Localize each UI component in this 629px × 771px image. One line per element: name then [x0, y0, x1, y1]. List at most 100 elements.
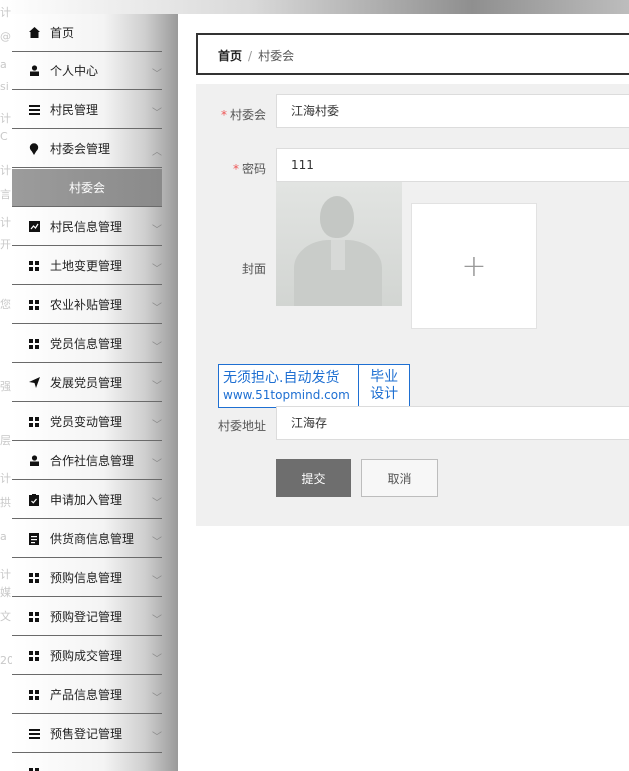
sidebar-item-home[interactable]: 首页	[12, 14, 162, 52]
ghost-char: 层	[0, 434, 11, 447]
ghost-char: 计	[0, 112, 11, 125]
user-icon	[28, 65, 40, 77]
send-icon	[28, 377, 40, 389]
watermark-text: 无须担心.自动发货	[223, 370, 340, 386]
sidebar-item-partial[interactable]	[12, 754, 162, 771]
grid-icon	[28, 260, 40, 272]
chevron-down-icon: ﹀	[152, 498, 162, 509]
ghost-char: 20	[0, 654, 12, 667]
sidebar-item-land-change[interactable]: 土地变更管理 ﹀	[12, 247, 162, 285]
committee-label: * 村委会	[220, 108, 266, 122]
address-input[interactable]: 江海存	[276, 406, 629, 440]
sidebar-item-villager-info[interactable]: 村民信息管理 ﹀	[12, 208, 162, 246]
ghost-char: si	[0, 80, 9, 93]
chevron-down-icon: ﹀	[152, 225, 162, 236]
chevron-down-icon: ﹀	[152, 576, 162, 587]
main-content: 首页 / 村委会 * 村委会 江海村委 * 密码 111 封面 + 无须担心.自动发货 …	[178, 14, 629, 771]
watermark-right-top: 毕业	[370, 369, 399, 385]
required-mark: *	[220, 108, 227, 122]
submit-button[interactable]: 提交	[276, 459, 351, 497]
pin-icon	[28, 142, 40, 155]
cover-upload-button[interactable]: +	[411, 203, 537, 329]
sidebar-item-preorder-info[interactable]: 预购信息管理 ﹀	[12, 559, 162, 597]
plus-icon: +	[461, 248, 487, 284]
ghost-char: 计	[0, 472, 11, 485]
chevron-down-icon: ﹀	[152, 732, 162, 743]
sidebar-item-preorder-deal[interactable]: 预购成交管理 ﹀	[12, 637, 162, 675]
sidebar-item-label: 党员信息管理	[50, 337, 123, 351]
sidebar-item-coop-info[interactable]: 合作社信息管理 ﹀	[12, 442, 162, 480]
sidebar-item-supplier[interactable]: 供货商信息管理 ﹀	[12, 520, 162, 558]
breadcrumb-separator: /	[248, 49, 253, 63]
ghost-char: @	[0, 30, 11, 43]
sidebar-item-subsidy[interactable]: 农业补贴管理 ﹀	[12, 286, 162, 324]
watermark-badge: 无须担心.自动发货 www.51topmind.com 毕业 设计	[218, 364, 410, 408]
ghost-char: a	[0, 58, 7, 71]
sidebar-subitem-committee[interactable]: 村委会	[12, 169, 162, 207]
sidebar-item-label: 村民信息管理	[50, 220, 123, 234]
ghost-char: 计	[0, 6, 11, 19]
committee-input[interactable]: 江海村委	[276, 94, 629, 128]
doc-icon	[28, 532, 40, 545]
watermark-url: www.51topmind.com	[223, 388, 350, 402]
sidebar-item-label: 农业补贴管理	[50, 298, 123, 312]
grid-icon	[28, 572, 40, 584]
chevron-down-icon: ﹀	[152, 342, 162, 353]
grid-icon	[28, 338, 40, 350]
ghost-char: 您	[0, 298, 11, 311]
ghost-char: 言	[0, 188, 11, 201]
chevron-down-icon: ﹀	[152, 381, 162, 392]
sidebar-item-party-change[interactable]: 党员变动管理 ﹀	[12, 403, 162, 441]
user-icon	[28, 455, 40, 467]
ghost-char: C	[0, 130, 8, 143]
sidebar-item-villagers[interactable]: 村民管理 ﹀	[12, 91, 162, 129]
password-label: * 密码	[232, 162, 266, 176]
password-input[interactable]: 111	[276, 148, 629, 182]
sidebar-item-committee-mgmt[interactable]: 村委会管理 ︿	[12, 130, 162, 168]
clipboard-icon	[28, 493, 40, 506]
ghost-char: 文	[0, 610, 11, 623]
sidebar-item-preorder-register[interactable]: 预购登记管理 ﹀	[12, 598, 162, 636]
cover-image[interactable]	[276, 182, 402, 306]
watermark-right-bottom: 设计	[370, 386, 399, 402]
chevron-down-icon: ﹀	[152, 420, 162, 431]
left-ghost-text: 计 @ a si 计 C 计 言 计 开 您 强 层 计 拱 a 计 媒 文 2…	[0, 0, 12, 771]
sidebar-item-label: 预购成交管理	[50, 649, 123, 663]
sidebar-item-personal[interactable]: 个人中心 ﹀	[12, 52, 162, 90]
ghost-char: 强	[0, 380, 11, 393]
breadcrumb-bar: 首页 / 村委会	[196, 33, 629, 75]
sidebar-item-party-develop[interactable]: 发展党员管理 ﹀	[12, 364, 162, 402]
chart-icon	[28, 221, 40, 233]
breadcrumb-current: 村委会	[258, 49, 295, 63]
sidebar-item-label: 土地变更管理	[50, 259, 123, 273]
sidebar-item-party-info[interactable]: 党员信息管理 ﹀	[12, 325, 162, 363]
ghost-char: 计	[0, 216, 11, 229]
chevron-up-icon: ︿	[152, 147, 162, 158]
sidebar-item-label: 村民管理	[50, 103, 99, 117]
sidebar-item-apply-join[interactable]: 申请加入管理 ﹀	[12, 481, 162, 519]
ghost-char: 计	[0, 164, 11, 177]
chevron-down-icon: ﹀	[152, 615, 162, 626]
sidebar-item-label: 申请加入管理	[50, 493, 123, 507]
ghost-char: a	[0, 530, 7, 543]
chevron-down-icon: ﹀	[152, 264, 162, 275]
sidebar-item-label: 村委会管理	[50, 142, 111, 156]
sidebar-item-label: 发展党员管理	[50, 376, 123, 390]
grid-icon	[28, 650, 40, 662]
sidebar-item-label: 首页	[50, 26, 75, 40]
ghost-char: 计	[0, 568, 11, 581]
sidebar-item-product-info[interactable]: 产品信息管理 ﹀	[12, 676, 162, 714]
chevron-down-icon: ﹀	[152, 108, 162, 119]
chevron-down-icon: ﹀	[152, 303, 162, 314]
chevron-down-icon: ﹀	[152, 654, 162, 665]
breadcrumb-home[interactable]: 首页	[218, 49, 242, 63]
top-bar	[0, 0, 629, 14]
ghost-char: 拱	[0, 496, 11, 509]
sidebar-item-presale-register[interactable]: 预售登记管理 ﹀	[12, 715, 162, 753]
sidebar-item-label: 产品信息管理	[50, 688, 123, 702]
grid-icon	[28, 299, 40, 311]
cancel-button[interactable]: 取消	[361, 459, 438, 497]
chevron-down-icon: ﹀	[152, 537, 162, 548]
chevron-down-icon: ﹀	[152, 693, 162, 704]
sidebar-item-label: 合作社信息管理	[50, 454, 135, 468]
